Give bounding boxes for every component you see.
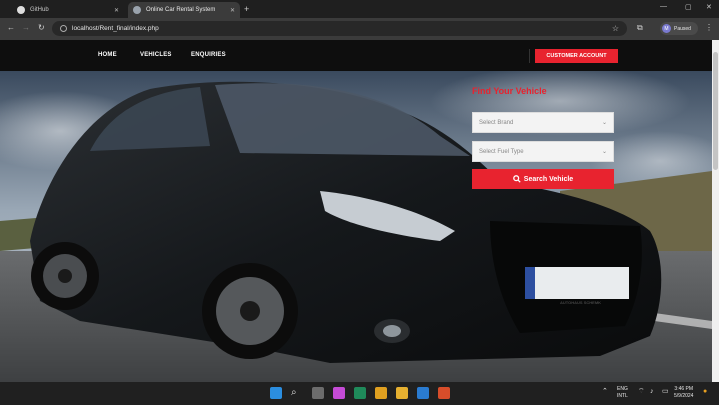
address-url[interactable]: localhost/Rent_final/index.php <box>72 25 159 32</box>
profile-status: Paused <box>674 25 691 32</box>
copilot-icon[interactable] <box>333 387 345 399</box>
notification-bell-icon[interactable]: ● <box>703 388 707 395</box>
search-panel-title: Find Your Vehicle <box>472 86 547 96</box>
chrome-active-icon[interactable] <box>438 387 450 399</box>
nav-home[interactable]: HOME <box>98 52 117 58</box>
back-icon[interactable]: ← <box>7 23 15 32</box>
clock-date: 5/9/2024 <box>674 393 694 399</box>
fuel-type-select[interactable]: Select Fuel Type ⌄ <box>472 141 614 162</box>
clock-time: 3:46 PM <box>674 386 694 392</box>
keyboard-layout: INTL <box>617 393 628 399</box>
chrome-icon[interactable] <box>375 387 387 399</box>
extensions-icon[interactable]: ⧉ <box>637 23 643 33</box>
search-vehicle-button[interactable]: Search Vehicle <box>472 169 614 189</box>
new-tab-button[interactable]: + <box>244 4 249 14</box>
address-bar[interactable]: localhost/Rent_final/index.php ☆ <box>52 21 627 36</box>
brand-select-placeholder: Select Brand <box>479 119 514 126</box>
battery-icon[interactable]: ▭ <box>662 388 669 395</box>
clock[interactable]: 3:46 PM 5/9/2024 <box>674 386 693 400</box>
language-code: ENG <box>617 386 628 392</box>
tab-car-rental[interactable]: Online Car Rental System ✕ <box>128 2 240 18</box>
github-icon <box>17 6 25 14</box>
fuel-select-placeholder: Select Fuel Type <box>479 148 524 155</box>
screen: GitHub ✕ Online Car Rental System ✕ + — … <box>0 0 719 405</box>
tray-overflow-icon[interactable]: ⌃ <box>602 388 608 395</box>
nav-divider <box>529 49 530 63</box>
task-view-icon[interactable] <box>312 387 324 399</box>
vscode-icon[interactable] <box>417 387 429 399</box>
maximize-icon[interactable]: ▢ <box>685 3 692 11</box>
site-navbar: HOME VEHICLES ENQUIRIES CUSTOMER ACCOUNT <box>0 40 712 71</box>
close-tab-icon[interactable]: ✕ <box>114 7 119 14</box>
tab-github[interactable]: GitHub ✕ <box>12 2 124 18</box>
more-menu-icon[interactable]: ⋮ <box>705 23 713 32</box>
search-vehicle-label: Search Vehicle <box>523 175 574 183</box>
license-plate-text: AUTOHAUS SCHEMK <box>560 300 602 305</box>
language-indicator[interactable]: ENG INTL <box>617 386 628 400</box>
search-icon <box>512 175 521 183</box>
brand-select[interactable]: Select Brand ⌄ <box>472 112 614 133</box>
forward-icon[interactable]: → <box>22 23 30 32</box>
close-window-icon[interactable]: ✕ <box>706 3 712 11</box>
avatar: M <box>662 24 671 33</box>
minimize-icon[interactable]: — <box>660 3 667 10</box>
page-scrollbar-thumb[interactable] <box>713 52 718 170</box>
close-tab-icon[interactable]: ✕ <box>230 7 235 14</box>
customer-account-button[interactable]: CUSTOMER ACCOUNT <box>535 49 618 63</box>
vehicle-search-panel: Find Your Vehicle Select Brand ⌄ Select … <box>465 78 625 198</box>
chevron-down-icon: ⌄ <box>601 149 607 155</box>
nav-enquiries[interactable]: ENQUIRIES <box>191 52 226 58</box>
tab-label: GitHub <box>30 7 49 13</box>
search-icon[interactable]: ⌕ <box>291 387 303 399</box>
profile-button[interactable]: M Paused <box>660 22 698 35</box>
site-info-icon[interactable] <box>60 25 67 32</box>
reload-icon[interactable]: ↻ <box>38 23 45 32</box>
chevron-down-icon: ⌄ <box>601 120 607 126</box>
globe-icon <box>133 6 141 14</box>
browser-tab-strip: GitHub ✕ Online Car Rental System ✕ + — … <box>0 0 719 18</box>
start-icon[interactable] <box>270 387 282 399</box>
volume-icon[interactable]: ♪ <box>650 388 654 395</box>
os-taskbar: ⌕ ⌃ ENG INTL ⌔ ♪ ▭ 3:46 PM 5/9/2024 ● <box>0 382 719 405</box>
wifi-icon[interactable]: ⌔ <box>638 388 645 395</box>
browser-toolbar: ← → ↻ localhost/Rent_final/index.php ☆ ⧉… <box>0 18 719 40</box>
file-explorer-icon[interactable] <box>396 387 408 399</box>
nav-vehicles[interactable]: VEHICLES <box>140 52 172 58</box>
edge-icon[interactable] <box>354 387 366 399</box>
bookmark-star-icon[interactable]: ☆ <box>612 24 619 33</box>
tab-label: Online Car Rental System <box>146 7 216 13</box>
